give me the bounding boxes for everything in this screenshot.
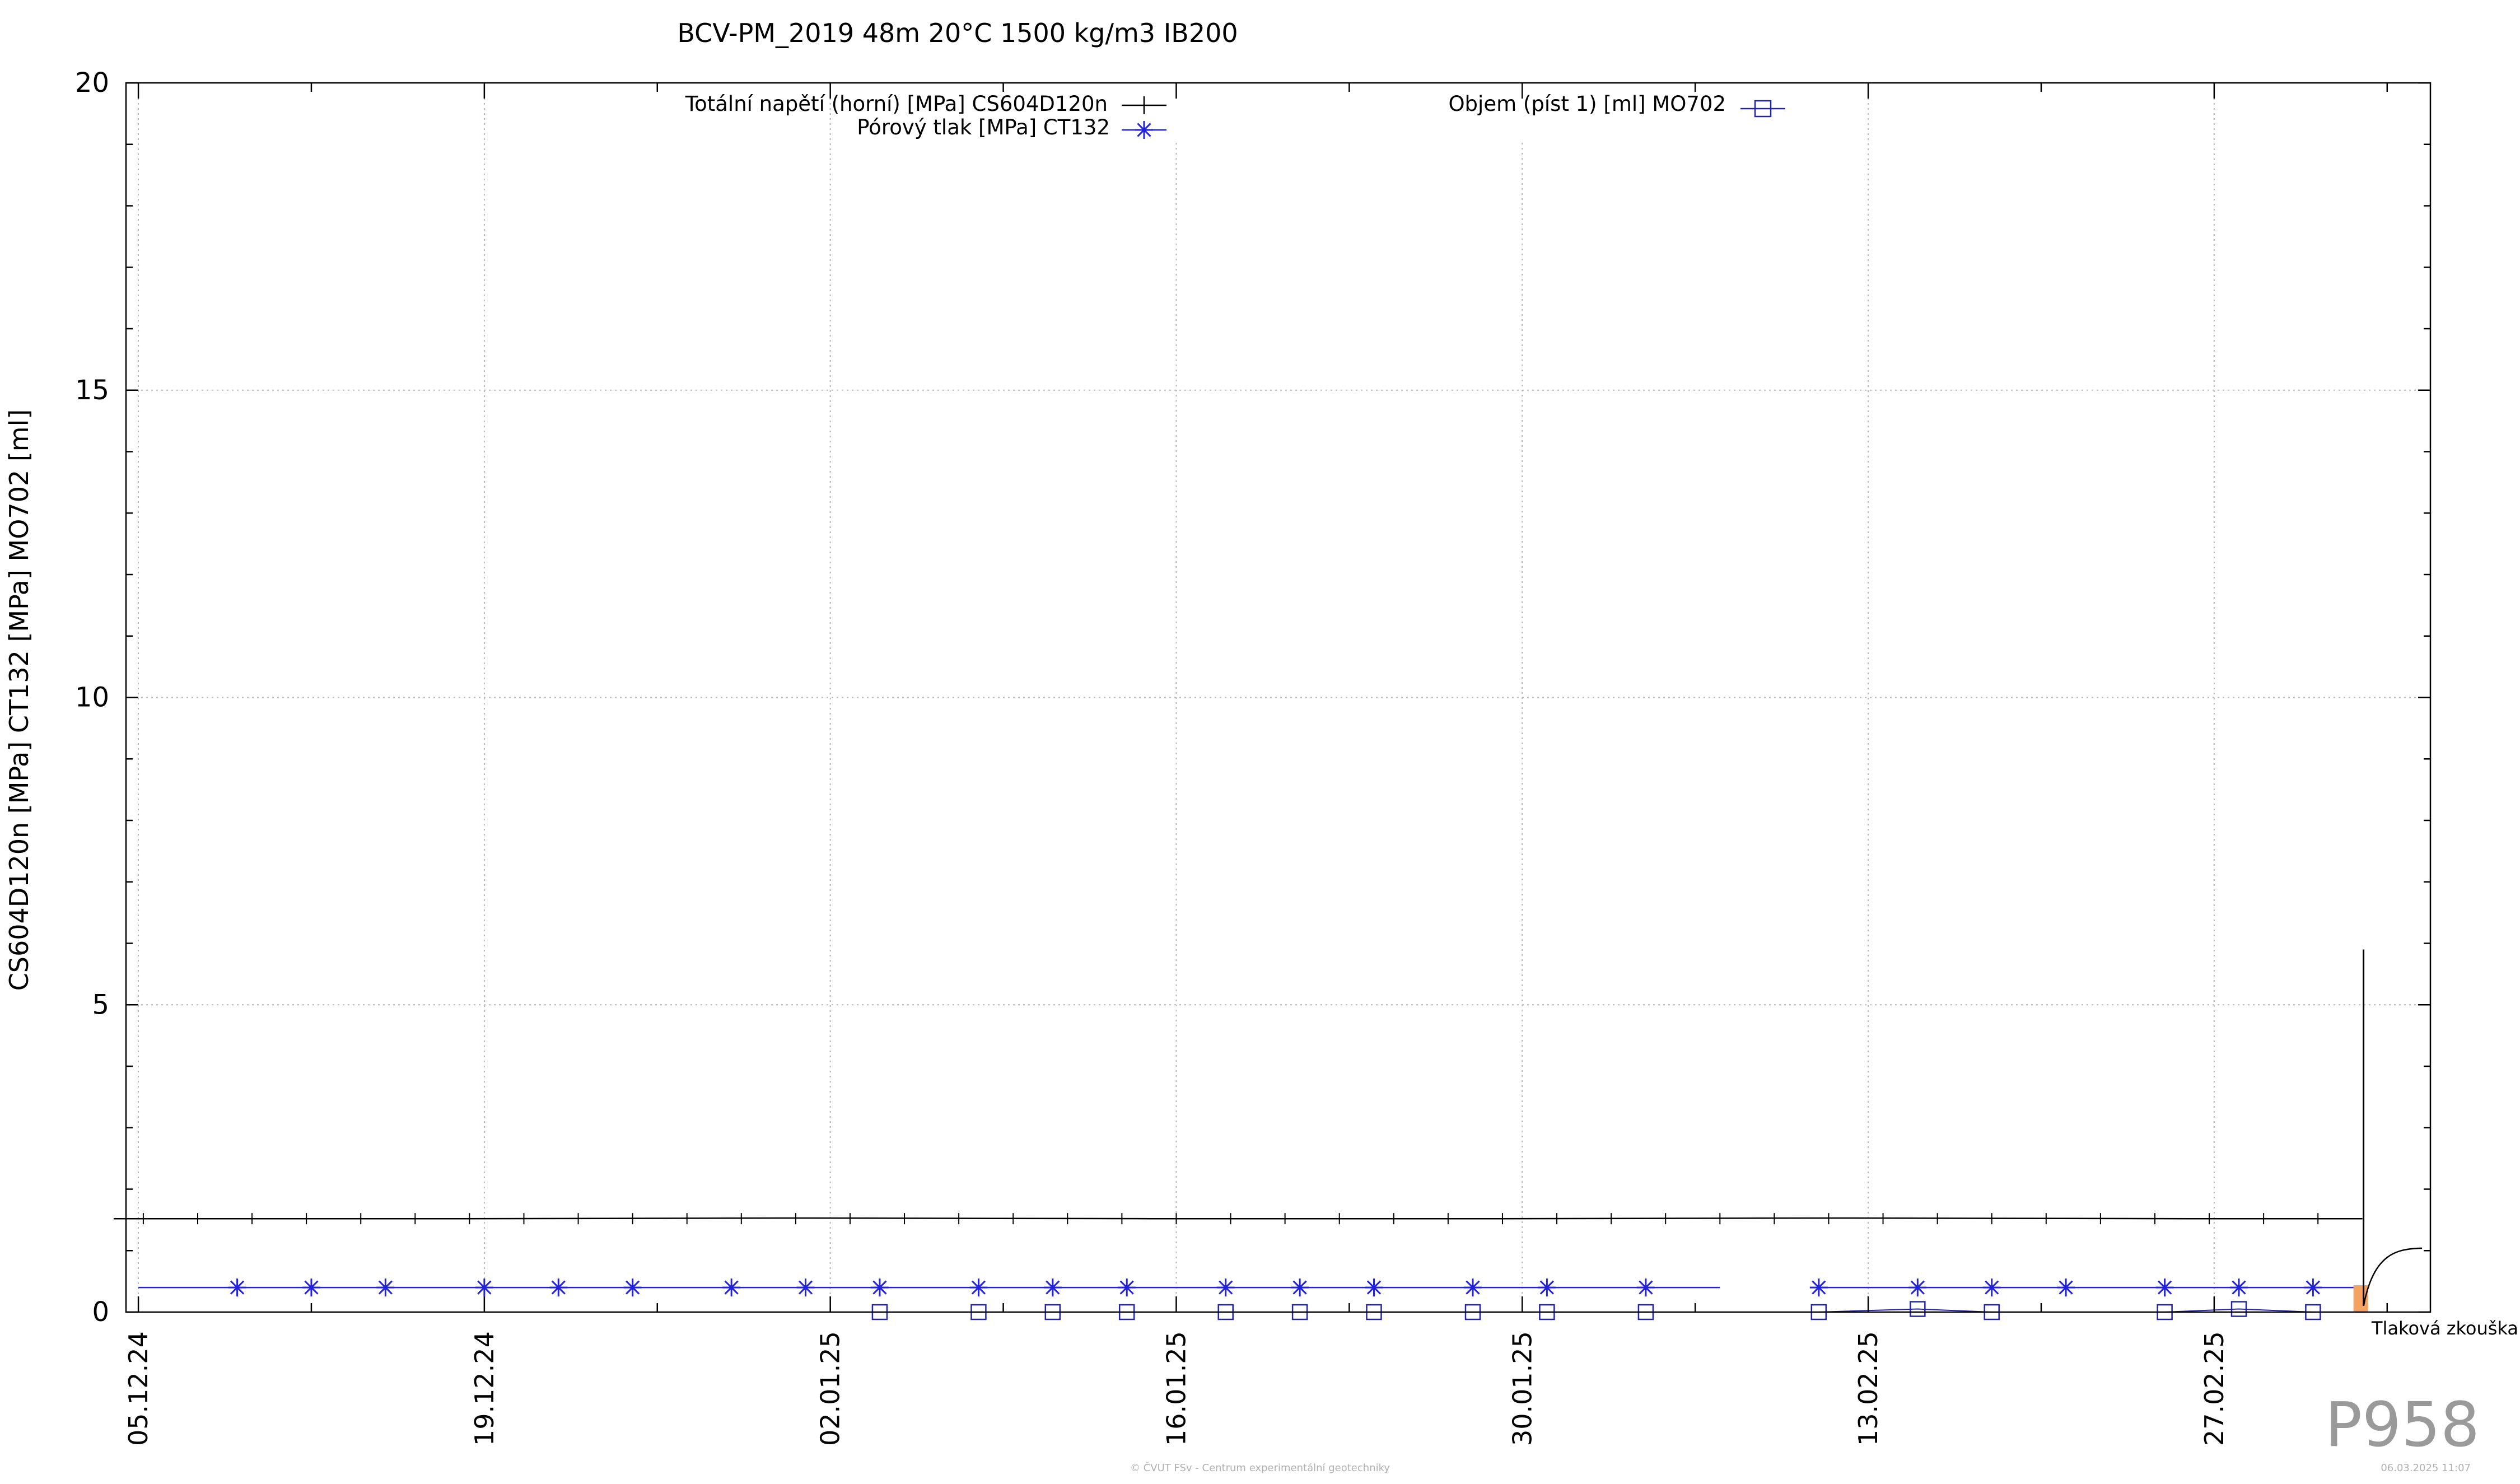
- x-tick-label: 13.02.25: [1853, 1331, 1883, 1446]
- y-tick-label: 10: [75, 682, 109, 713]
- x-tick-label: 16.01.25: [1161, 1331, 1191, 1446]
- x-tick-label: 27.02.25: [2199, 1331, 2229, 1446]
- series-pore-pressure-marker: [2304, 1278, 2322, 1297]
- series-pore-pressure-marker: [1118, 1278, 1136, 1297]
- y-tick-label: 15: [75, 375, 109, 406]
- legend: Totální napětí (horní) [MPa] CS604D120n …: [685, 92, 1785, 139]
- series-pore-pressure-marker: [1291, 1278, 1309, 1297]
- legend-key-pore-pressure-marker: [1135, 121, 1153, 139]
- legend-label-volume: Objem (píst 1) [ml] MO702: [1448, 92, 1726, 116]
- series-pore-pressure-marker: [1982, 1278, 2001, 1297]
- series-pore-pressure-marker: [376, 1278, 395, 1297]
- plot-frame: [125, 82, 2432, 1313]
- series-pore-pressure-marker: [2057, 1278, 2075, 1297]
- series-pore-pressure-marker: [1538, 1278, 1556, 1297]
- chart-title: BCV-PM_2019 48m 20°C 1500 kg/m3 IB200: [677, 18, 1238, 48]
- x-tick-label: 30.01.25: [1507, 1331, 1537, 1446]
- series-pore-pressure-marker: [623, 1278, 642, 1297]
- series-pore-pressure-marker: [1636, 1278, 1655, 1297]
- series-pore-pressure-marker: [302, 1278, 320, 1297]
- series-pore-pressure-marker: [1365, 1278, 1383, 1297]
- series-pore-pressure-marker: [870, 1278, 889, 1297]
- series-pore-pressure-marker: [1464, 1278, 1482, 1297]
- x-tick-label: 19.12.24: [469, 1331, 500, 1446]
- watermark: P958: [2325, 1389, 2480, 1460]
- chart: BCV-PM_2019 48m 20°C 1500 kg/m3 IB200 CS…: [4, 18, 2518, 1474]
- series-pore-pressure-marker: [475, 1278, 493, 1297]
- series-pore-pressure-marker: [1043, 1278, 1062, 1297]
- series-pore-pressure-marker: [2230, 1278, 2248, 1297]
- event-annotation-label: Tlaková zkouška: [2371, 1318, 2518, 1339]
- series-pore-pressure-marker: [549, 1278, 568, 1297]
- series-total-stress-line: [113, 1217, 2363, 1220]
- y-tick-label: 20: [75, 67, 109, 99]
- grid: [126, 83, 2430, 1312]
- legend-label-pore-pressure: Pórový tlak [MPa] CT132: [857, 115, 1110, 139]
- y-tick-label: 0: [92, 1296, 109, 1328]
- series-pore-pressure-marker: [2155, 1278, 2174, 1297]
- series-pore-pressure-marker: [969, 1278, 988, 1297]
- footer-timestamp: 06.03.2025 11:07: [2381, 1462, 2471, 1474]
- series-pore-pressure-marker: [796, 1278, 815, 1297]
- series-pore-pressure-marker: [1908, 1278, 1927, 1297]
- series-pore-pressure-marker: [722, 1278, 741, 1297]
- event-pressure-test-marker: [2353, 1285, 2368, 1312]
- x-tick-label: 05.12.24: [123, 1331, 153, 1446]
- x-tick-label: 02.01.25: [815, 1331, 846, 1446]
- footer-copyright: © ČVUT FSv - Centrum experimentální geot…: [1130, 1462, 1390, 1474]
- series-pore-pressure-marker: [1809, 1278, 1828, 1297]
- series-pore-pressure-marker: [1216, 1278, 1235, 1297]
- y-axis-label: CS604D120n [MPa] CT132 [MPa] MO702 [ml]: [4, 409, 34, 991]
- event-recovery-curve: [2363, 1247, 2423, 1306]
- axis-ticks: [126, 82, 2430, 1313]
- legend-label-total-stress: Totální napětí (horní) [MPa] CS604D120n: [685, 92, 1108, 116]
- series-pore-pressure-marker: [228, 1278, 246, 1297]
- y-tick-label: 5: [92, 989, 109, 1020]
